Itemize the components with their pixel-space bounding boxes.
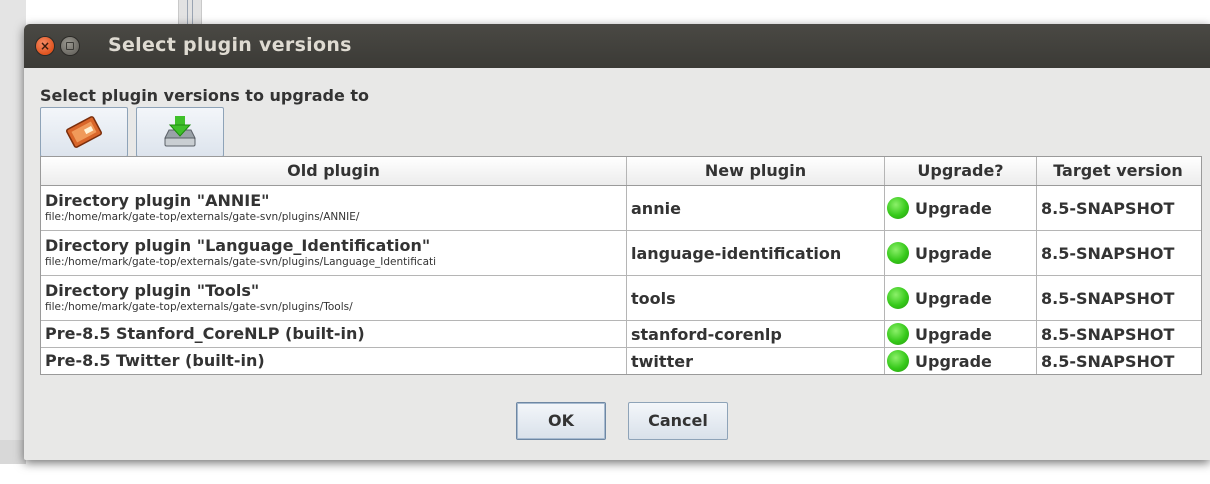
dialog-titlebar[interactable]: × Select plugin versions (24, 24, 1210, 68)
old-plugin-cell: Directory plugin "Language_Identificatio… (41, 231, 627, 275)
new-plugin-name: annie (631, 198, 681, 218)
old-plugin-path: file:/home/mark/gate-top/externals/gate-… (45, 301, 353, 313)
target-version-cell[interactable]: 8.5-SNAPSHOT (1037, 276, 1199, 320)
old-plugin-name: Directory plugin "Language_Identificatio… (45, 236, 431, 255)
table-row[interactable]: Pre-8.5 Stanford_CoreNLP (built-in) stan… (41, 321, 1201, 348)
old-plugin-name: Pre-8.5 Twitter (built-in) (45, 351, 265, 370)
new-plugin-cell[interactable]: language-identification (627, 231, 885, 275)
background-side-panel (0, 0, 26, 484)
old-plugin-name: Directory plugin "Tools" (45, 281, 260, 300)
old-plugin-cell: Pre-8.5 Stanford_CoreNLP (built-in) (41, 321, 627, 347)
old-plugin-cell: Directory plugin "Tools" file:/home/mark… (41, 276, 627, 320)
upgrade-selector[interactable]: Upgrade (885, 321, 1037, 347)
status-green-icon (887, 350, 909, 372)
status-green-icon (887, 242, 909, 264)
old-plugin-cell: Directory plugin "ANNIE" file:/home/mark… (41, 186, 627, 230)
cancel-button[interactable]: Cancel (628, 402, 728, 440)
upgrade-label: Upgrade (915, 351, 992, 371)
minimize-window-button[interactable] (61, 37, 79, 55)
old-plugin-path: file:/home/mark/gate-top/externals/gate-… (45, 211, 360, 223)
background-side-panel-bottom (0, 440, 26, 464)
download-plugin-button[interactable] (136, 107, 224, 157)
dialog-instruction: Select plugin versions to upgrade to (40, 86, 370, 105)
target-version-cell[interactable]: 8.5-SNAPSHOT (1037, 321, 1199, 347)
new-plugin-name: stanford-corenlp (631, 324, 782, 344)
status-green-icon (887, 197, 909, 219)
target-version-cell[interactable]: 8.5-SNAPSHOT (1037, 231, 1199, 275)
target-version-cell[interactable]: 8.5-SNAPSHOT (1037, 348, 1199, 374)
use-file-plugin-button[interactable] (40, 107, 128, 157)
upgrade-label: Upgrade (915, 288, 992, 308)
target-version: 8.5-SNAPSHOT (1041, 288, 1175, 308)
upgrade-selector[interactable]: Upgrade (885, 186, 1037, 230)
status-green-icon (887, 287, 909, 309)
new-plugin-name: tools (631, 288, 676, 308)
target-version-cell[interactable]: 8.5-SNAPSHOT (1037, 186, 1199, 230)
old-plugin-name: Pre-8.5 Stanford_CoreNLP (built-in) (45, 324, 365, 343)
table-row[interactable]: Directory plugin "Tools" file:/home/mark… (41, 276, 1201, 321)
column-header-old-plugin[interactable]: Old plugin (41, 157, 627, 185)
upgrade-selector[interactable]: Upgrade (885, 348, 1037, 374)
new-plugin-cell[interactable]: stanford-corenlp (627, 321, 885, 347)
target-version: 8.5-SNAPSHOT (1041, 351, 1175, 371)
plugin-versions-table: Old plugin New plugin Upgrade? Target ve… (40, 156, 1202, 375)
table-row[interactable]: Directory plugin "Language_Identificatio… (41, 231, 1201, 276)
column-header-new-plugin[interactable]: New plugin (627, 157, 885, 185)
file-icon (66, 116, 102, 148)
old-plugin-path: file:/home/mark/gate-top/externals/gate-… (45, 256, 437, 268)
upgrade-selector[interactable]: Upgrade (885, 276, 1037, 320)
new-plugin-name: language-identification (631, 243, 842, 263)
target-version: 8.5-SNAPSHOT (1041, 324, 1175, 344)
new-plugin-cell[interactable]: annie (627, 186, 885, 230)
upgrade-label: Upgrade (915, 198, 992, 218)
upgrade-label: Upgrade (915, 243, 992, 263)
table-row[interactable]: Pre-8.5 Twitter (built-in) twitter Upgra… (41, 348, 1201, 374)
upgrade-selector[interactable]: Upgrade (885, 231, 1037, 275)
table-header: Old plugin New plugin Upgrade? Target ve… (41, 157, 1201, 186)
close-icon: × (39, 39, 51, 53)
old-plugin-name: Directory plugin "ANNIE" (45, 191, 270, 210)
column-header-upgrade[interactable]: Upgrade? (885, 157, 1037, 185)
minimize-icon (66, 42, 74, 50)
upgrade-label: Upgrade (915, 324, 992, 344)
new-plugin-name: twitter (631, 351, 693, 371)
download-icon (164, 116, 196, 147)
old-plugin-cell: Pre-8.5 Twitter (built-in) (41, 348, 627, 374)
close-window-button[interactable]: × (36, 37, 54, 55)
table-row[interactable]: Directory plugin "ANNIE" file:/home/mark… (41, 186, 1201, 231)
status-green-icon (887, 323, 909, 345)
ok-button[interactable]: OK (516, 402, 606, 440)
new-plugin-cell[interactable]: tools (627, 276, 885, 320)
select-plugin-versions-dialog: × Select plugin versions Select plugin v… (24, 24, 1210, 460)
dialog-title: Select plugin versions (108, 34, 352, 56)
target-version: 8.5-SNAPSHOT (1041, 198, 1175, 218)
new-plugin-cell[interactable]: twitter (627, 348, 885, 374)
column-header-target-version[interactable]: Target version (1037, 157, 1199, 185)
target-version: 8.5-SNAPSHOT (1041, 243, 1175, 263)
